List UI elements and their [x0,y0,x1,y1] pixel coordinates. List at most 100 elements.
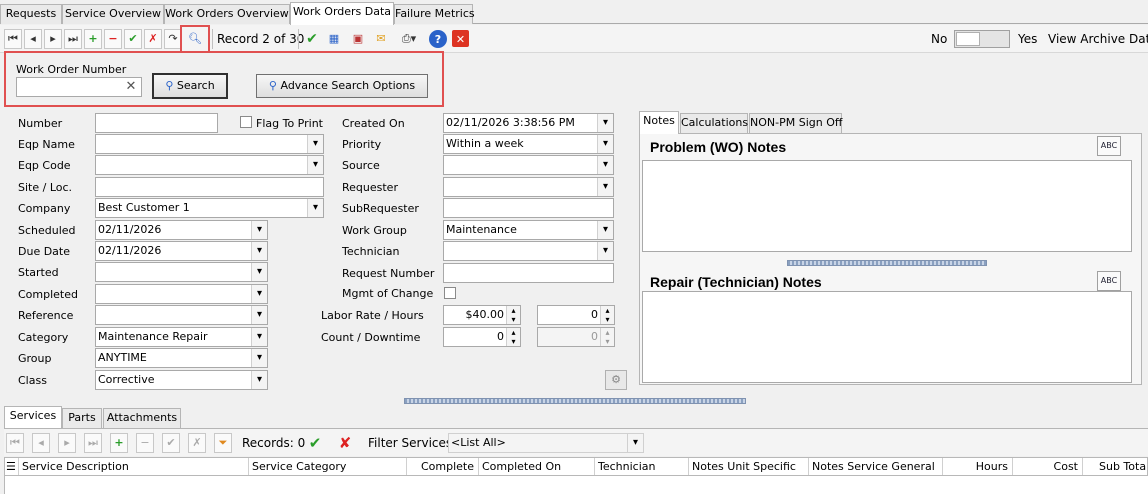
request-number-label: Request Number [342,267,435,280]
tab-work-orders-data[interactable]: Work Orders Data [290,2,394,25]
labor-rate-spinner[interactable]: $40.00 [443,305,521,325]
email-icon[interactable]: ✉ [372,29,390,49]
group-select[interactable]: ANYTIME [95,348,268,368]
company-select[interactable]: Best Customer 1 [95,198,324,218]
services-previous-button[interactable]: ◂ [32,433,50,453]
grid-view-icon[interactable]: ▦ [325,29,343,49]
column-complete[interactable]: Complete [407,458,479,475]
services-cancel-icon[interactable]: ✘ [336,433,354,453]
tab-service-overview[interactable]: Service Overview [62,4,164,24]
column-service-description[interactable]: Service Description [19,458,249,475]
find-record-icon[interactable]: 🔍︎ [180,25,210,53]
toggle-off-label: No [931,32,948,46]
calendar-icon[interactable]: ▣ [349,29,367,49]
save-check-icon[interactable]: ✔ [303,29,321,49]
view-archive-label: View Archive Data [1048,32,1148,46]
column-service-category[interactable]: Service Category [249,458,407,475]
column-notes-service-general[interactable]: Notes Service General [809,458,943,475]
tab-failure-metrics[interactable]: Failure Metrics [394,4,475,24]
settings-gear-icon[interactable]: ⚙ [605,370,627,390]
repair-notes-title: Repair (Technician) Notes [650,274,822,290]
priority-select[interactable]: Within a week [443,134,614,154]
labor-hours-spinner[interactable]: 0 [537,305,615,325]
search-button[interactable]: ⚲ Search [152,73,228,99]
services-filter-icon[interactable]: ⏷ [214,433,232,453]
help-icon[interactable]: ? [429,30,447,48]
column-technician[interactable]: Technician [595,458,689,475]
eqp-code-select[interactable] [95,155,324,175]
form-splitter[interactable] [404,398,746,404]
work-group-select[interactable]: Maintenance [443,220,614,240]
scheduled-date-picker[interactable]: 02/11/2026 [95,220,268,240]
previous-record-button[interactable]: ◂ [24,29,42,49]
services-post-button[interactable]: ✔ [162,433,180,453]
services-save-icon[interactable]: ✔ [306,433,324,453]
column-completed-on[interactable]: Completed On [479,458,595,475]
reference-select[interactable] [95,305,268,325]
eqp-name-select[interactable] [95,134,324,154]
downtime-spinner: 0 [537,327,615,347]
delete-record-button[interactable]: − [104,29,122,49]
next-record-button[interactable]: ▸ [44,29,62,49]
services-first-button[interactable]: ⏮ [6,433,24,453]
repair-notes-textarea[interactable] [642,291,1132,383]
post-edit-button[interactable]: ✔ [124,29,142,49]
repair-spellcheck-button[interactable]: ABC [1097,271,1121,291]
problem-notes-textarea[interactable] [642,160,1132,252]
column-sub-total[interactable]: Sub Tota [1083,458,1147,475]
started-date-picker[interactable] [95,262,268,282]
services-grid-body[interactable] [4,476,1148,494]
services-last-button[interactable]: ⏭ [84,433,102,453]
count-spinner[interactable]: 0 [443,327,521,347]
cancel-edit-button[interactable]: ✗ [144,29,162,49]
close-form-icon[interactable]: ✕ [452,30,469,47]
column-notes-unit-specific[interactable]: Notes Unit Specific [689,458,809,475]
tab-non-pm-sign-off[interactable]: NON-PM Sign Off [749,113,842,133]
tab-parts[interactable]: Parts [62,408,102,428]
started-label: Started [18,266,59,279]
advanced-search-button[interactable]: ⚲ Advance Search Options [256,74,428,98]
site-loc-field[interactable] [95,177,324,197]
services-next-button[interactable]: ▸ [58,433,76,453]
tab-requests[interactable]: Requests [0,4,62,24]
tab-services[interactable]: Services [4,406,62,428]
source-label: Source [342,159,380,172]
technician-select[interactable] [443,241,614,261]
flag-to-print-checkbox[interactable] [240,116,252,128]
first-record-button[interactable]: ⏮ [4,29,22,49]
completed-date-picker[interactable] [95,284,268,304]
notes-splitter[interactable] [787,260,987,266]
grid-menu-icon[interactable]: ☰ [5,458,19,475]
due-date-picker[interactable]: 02/11/2026 [95,241,268,261]
request-number-field[interactable] [443,263,614,283]
created-on-field[interactable]: 02/11/2026 3:38:56 PM [443,113,614,133]
priority-label: Priority [342,138,382,151]
requester-select[interactable] [443,177,614,197]
tab-notes[interactable]: Notes [639,111,679,134]
problem-spellcheck-button[interactable]: ABC [1097,136,1121,156]
notes-panel: Problem (WO) Notes ABC Repair (Technicia… [639,133,1142,385]
column-cost[interactable]: Cost [1013,458,1083,475]
archive-toggle[interactable] [954,30,1010,48]
filter-services-select[interactable]: <List All> [448,433,644,453]
subrequester-field[interactable] [443,198,614,218]
services-add-button[interactable]: + [110,433,128,453]
add-record-button[interactable]: + [84,29,102,49]
source-select[interactable] [443,155,614,175]
number-field[interactable] [95,113,218,133]
class-select[interactable]: Corrective [95,370,268,390]
last-record-button[interactable]: ⏭ [64,29,82,49]
labor-rate-hours-label: Labor Rate / Hours [321,309,424,322]
subrequester-label: SubRequester [342,202,419,215]
tab-attachments[interactable]: Attachments [103,408,181,428]
clear-input-icon[interactable]: ✕ [124,80,138,94]
category-select[interactable]: Maintenance Repair [95,327,268,347]
tab-calculations[interactable]: Calculations [680,113,748,133]
print-icon[interactable]: ⎙▾ [396,29,422,49]
search-options-icon: ⚲ [268,79,277,92]
tab-work-orders-overview[interactable]: Work Orders Overview [164,4,290,24]
services-cancel-button[interactable]: ✗ [188,433,206,453]
services-delete-button[interactable]: − [136,433,154,453]
column-hours[interactable]: Hours [943,458,1013,475]
mgmt-of-change-checkbox[interactable] [444,287,456,299]
